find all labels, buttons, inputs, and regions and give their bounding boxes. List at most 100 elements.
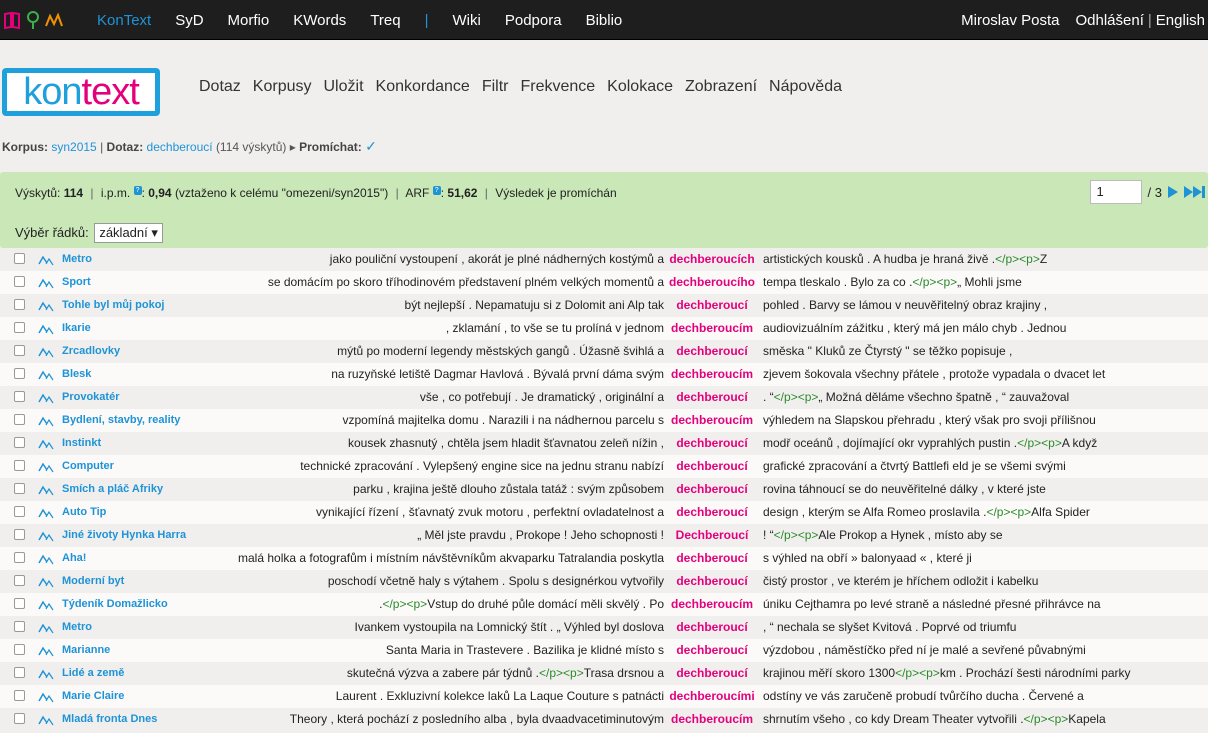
row-reference[interactable]: Marianne [62,639,110,662]
row-checkbox[interactable] [14,690,25,701]
row-checkbox[interactable] [14,644,25,655]
row-reference[interactable]: Metro [62,616,92,639]
menu-item[interactable]: Uložit [324,78,364,96]
menu-item[interactable]: Kolokace [607,78,673,96]
row-checkbox[interactable] [14,299,25,310]
keyword[interactable]: dechberoucí [664,662,760,685]
row-checkbox[interactable] [14,483,25,494]
context-icon[interactable] [38,599,54,611]
book-icon[interactable] [3,10,21,30]
nav-treq[interactable]: Treq [370,12,400,29]
context-icon[interactable] [38,346,54,358]
nav-podpora[interactable]: Podpora [505,12,562,29]
row-checkbox[interactable] [14,667,25,678]
keyword[interactable]: dechberoucí [664,547,760,570]
kontext-logo[interactable]: kon text [2,68,160,116]
row-checkbox[interactable] [14,506,25,517]
row-reference[interactable]: Smích a pláč Afriky [62,478,163,501]
nav-biblio[interactable]: Biblio [586,12,623,29]
context-icon[interactable] [38,484,54,496]
next-page-icon[interactable] [1168,186,1178,198]
row-reference[interactable]: Blesk [62,363,91,386]
row-checkbox[interactable] [14,460,25,471]
keyword[interactable]: dechberoucích [664,248,760,271]
keyword[interactable]: dechberoucí [664,501,760,524]
context-icon[interactable] [38,714,54,726]
row-checkbox[interactable] [14,322,25,333]
row-checkbox[interactable] [14,414,25,425]
nav-kontext[interactable]: KonText [97,12,151,29]
row-reference[interactable]: Týdeník Domažlicko [62,593,168,616]
keyword[interactable]: dechberoucí [664,455,760,478]
row-checkbox[interactable] [14,713,25,724]
keyword[interactable]: dechberoucí [664,478,760,501]
keyword[interactable]: dechberoucím [664,363,760,386]
row-reference[interactable]: Auto Tip [62,501,106,524]
keyword[interactable]: dechberoucí [664,432,760,455]
row-reference[interactable]: Marie Claire [62,685,124,708]
row-checkbox[interactable] [14,437,25,448]
row-reference[interactable]: Zrcadlovky [62,340,120,363]
menu-item[interactable]: Nápověda [769,78,842,96]
menu-item[interactable]: Frekvence [520,78,595,96]
nav-wiki[interactable]: Wiki [453,12,481,29]
context-icon[interactable] [38,553,54,565]
row-reference[interactable]: Mladá fronta Dnes [62,708,157,731]
row-reference[interactable]: Computer [62,455,114,478]
keyword[interactable]: dechberoucím [664,409,760,432]
keyword[interactable]: dechberoucí [664,386,760,409]
context-icon[interactable] [38,254,54,266]
row-checkbox[interactable] [14,575,25,586]
row-reference[interactable]: Sport [62,271,91,294]
context-icon[interactable] [38,576,54,588]
context-icon[interactable] [38,645,54,657]
keyword[interactable]: dechberoucího [664,271,760,294]
row-checkbox[interactable] [14,598,25,609]
row-reference[interactable]: Metro [62,248,92,271]
help-icon[interactable]: ? [133,186,142,195]
context-icon[interactable] [38,530,54,542]
pin-icon[interactable] [24,10,42,30]
menu-item[interactable]: Dotaz [199,78,241,96]
keyword[interactable]: dechberoucí [664,340,760,363]
wave-icon[interactable] [45,10,63,30]
logout-link[interactable]: Odhlášení [1076,12,1144,29]
context-icon[interactable] [38,461,54,473]
row-checkbox[interactable] [14,621,25,632]
query-link[interactable]: dechberoucí [147,140,213,154]
row-checkbox[interactable] [14,276,25,287]
context-icon[interactable] [38,668,54,680]
row-reference[interactable]: Lidé a země [62,662,124,685]
keyword[interactable]: dechberoucí [664,616,760,639]
row-reference[interactable]: Instinkt [62,432,101,455]
row-checkbox[interactable] [14,253,25,264]
context-icon[interactable] [38,507,54,519]
corpus-link[interactable]: syn2015 [51,140,96,154]
context-icon[interactable] [38,277,54,289]
context-icon[interactable] [38,392,54,404]
keyword[interactable]: dechberoucím [664,317,760,340]
context-icon[interactable] [38,622,54,634]
row-reference[interactable]: Bydlení, stavby, reality [62,409,180,432]
context-icon[interactable] [38,369,54,381]
menu-item[interactable]: Filtr [482,78,509,96]
menu-item[interactable]: Korpusy [253,78,312,96]
shuffle-check-icon[interactable]: ✓ [365,138,377,154]
row-checkbox[interactable] [14,391,25,402]
context-icon[interactable] [38,438,54,450]
keyword[interactable]: Dechberoucí [664,524,760,547]
row-reference[interactable]: Tohle byl můj pokoj [62,294,164,317]
row-checkbox[interactable] [14,529,25,540]
keyword[interactable]: dechberoucími [664,685,760,708]
row-reference[interactable]: Provokatér [62,386,119,409]
row-checkbox[interactable] [14,345,25,356]
help-icon[interactable]: ? [432,186,441,195]
menu-item[interactable]: Konkordance [376,78,470,96]
keyword[interactable]: dechberoucí [664,570,760,593]
keyword[interactable]: dechberoucím [664,708,760,731]
nav-kwords[interactable]: KWords [293,12,346,29]
row-reference[interactable]: Aha! [62,547,86,570]
cnc-portal-icons[interactable] [3,10,63,30]
row-reference[interactable]: Ikarie [62,317,91,340]
keyword[interactable]: dechberoucí [664,294,760,317]
